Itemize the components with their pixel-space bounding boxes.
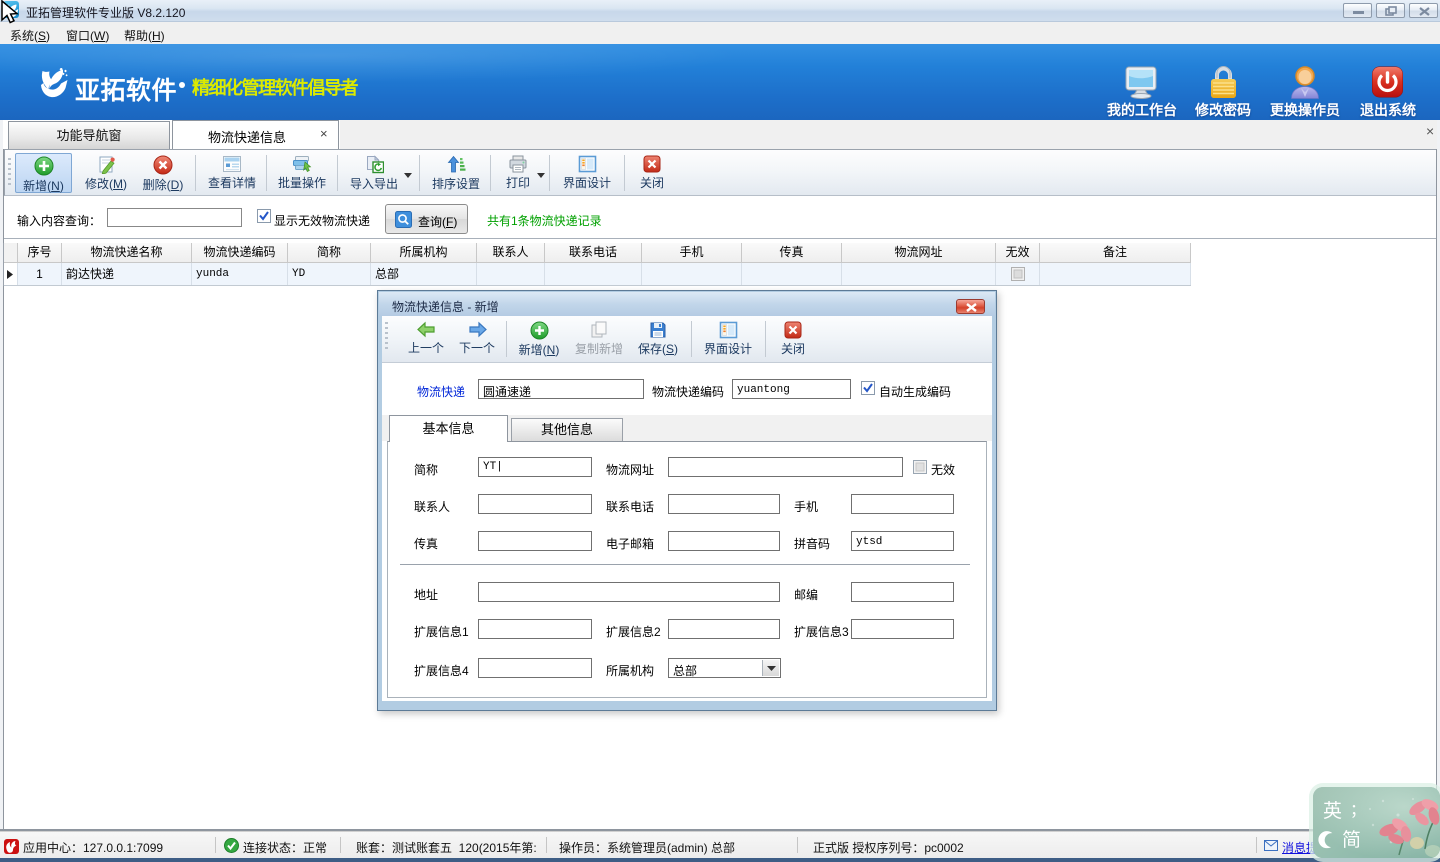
svg-text:英: 英 [1323,800,1342,822]
svg-text:简: 简 [1342,829,1361,851]
svg-text:；: ； [1350,802,1366,819]
